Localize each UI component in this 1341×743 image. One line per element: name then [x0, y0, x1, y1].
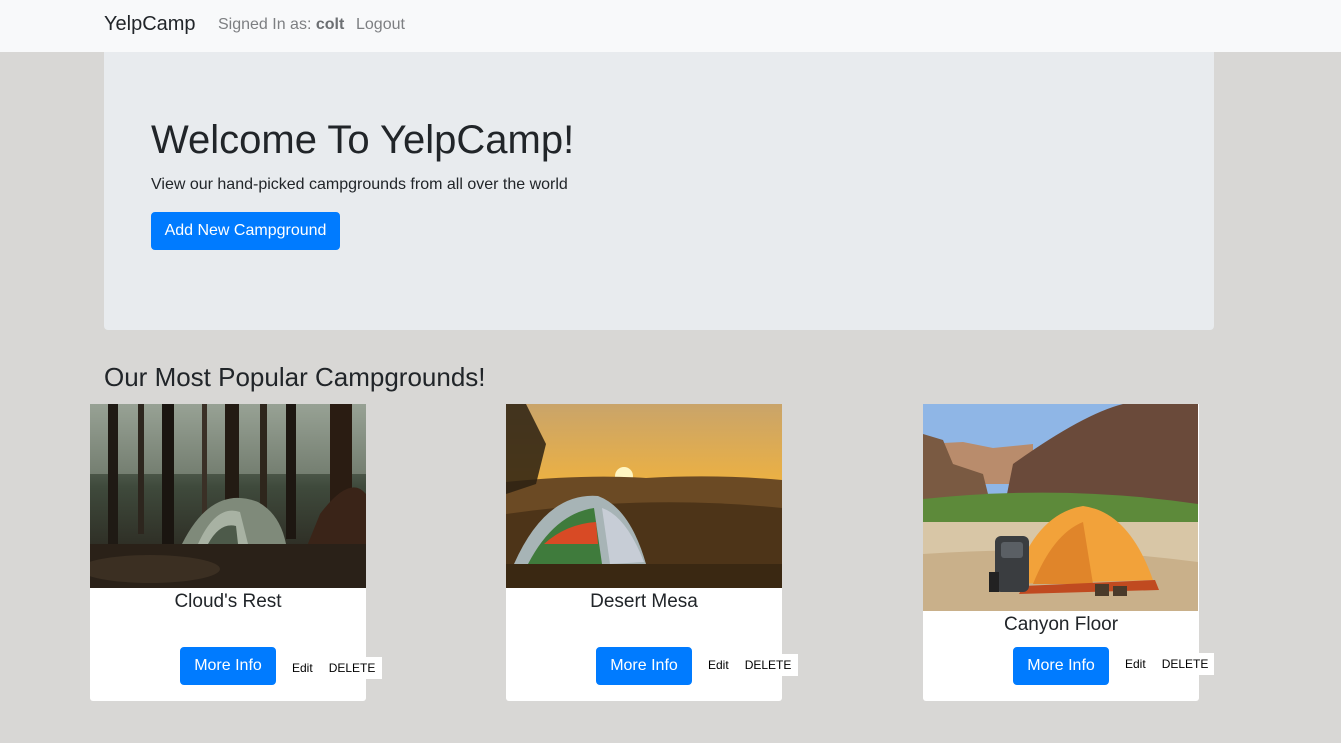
username: colt [315, 16, 345, 33]
page-title: Welcome To YelpCamp! [151, 118, 575, 162]
sunset-tent-image [506, 404, 782, 588]
card-actions: Edit DELETE [1119, 653, 1214, 675]
card-actions: Edit DELETE [286, 657, 382, 679]
brand-link[interactable]: YelpCamp [104, 13, 196, 36]
more-info-button[interactable]: More Info [180, 647, 276, 685]
campground-card: Cloud's Rest More Info Edit DELETE [90, 404, 382, 701]
add-campground-button[interactable]: Add New Campground [151, 212, 340, 250]
jumbotron: Welcome To YelpCamp! View our hand-picke… [104, 52, 1214, 330]
delete-button[interactable]: DELETE [735, 658, 798, 672]
edit-link[interactable]: Edit [286, 661, 319, 675]
more-info-button[interactable]: More Info [1013, 647, 1109, 685]
navbar: YelpCamp Signed In as: colt Logout [0, 0, 1341, 52]
delete-button[interactable]: DELETE [319, 661, 382, 675]
card-actions: Edit DELETE [702, 654, 798, 676]
jumbotron-lead: View our hand-picked campgrounds from al… [151, 176, 568, 193]
campground-card: Canyon Floor More Info Edit DELETE [923, 404, 1214, 701]
forest-tent-image [90, 404, 366, 588]
campground-card: Desert Mesa More Info Edit DELETE [506, 404, 798, 701]
campground-name: Cloud's Rest [174, 591, 282, 612]
signed-in-label: Signed In as: [218, 16, 312, 33]
more-info-button[interactable]: More Info [596, 647, 692, 685]
edit-link[interactable]: Edit [702, 658, 735, 672]
campground-name: Canyon Floor [1003, 614, 1119, 635]
signed-in-status: Signed In as: colt [218, 16, 344, 34]
section-title: Our Most Popular Campgrounds! [104, 362, 486, 392]
edit-link[interactable]: Edit [1119, 657, 1152, 671]
logout-link[interactable]: Logout [356, 16, 405, 34]
canyon-tent-image [923, 404, 1198, 611]
campground-name: Desert Mesa [590, 591, 698, 612]
delete-button[interactable]: DELETE [1152, 657, 1215, 671]
